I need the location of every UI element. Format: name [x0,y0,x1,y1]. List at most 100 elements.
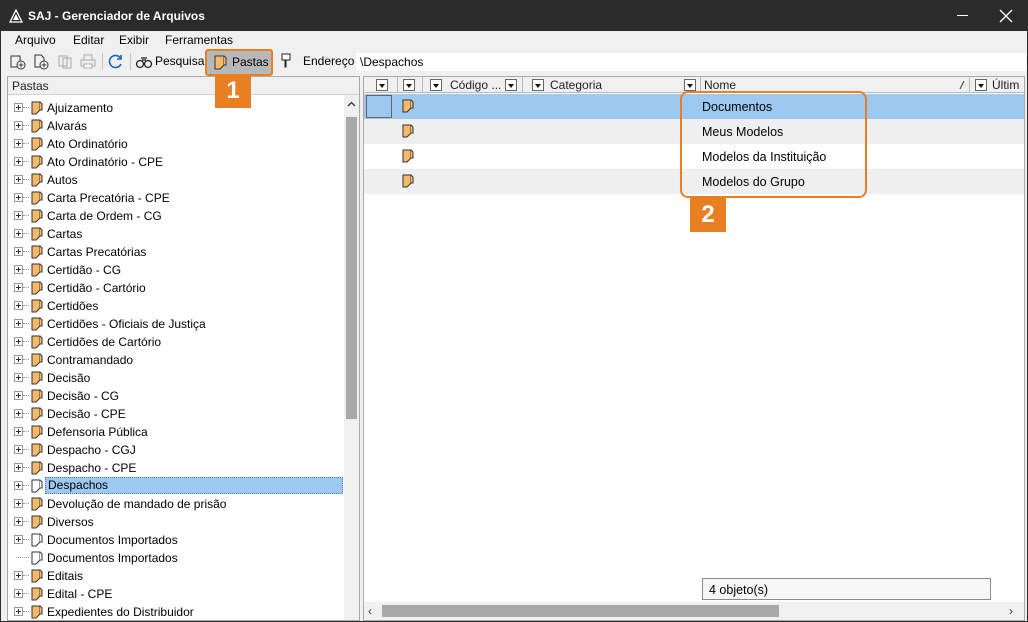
folder-tree-item[interactable]: Despacho - CPE [8,459,344,477]
column-dropdown-icon[interactable] [532,79,544,91]
expand-icon[interactable] [14,283,23,292]
folders-button[interactable]: Pastas [232,55,269,69]
scroll-up-icon[interactable] [344,97,359,112]
expand-icon[interactable] [14,157,23,166]
binoculars-icon[interactable] [135,53,153,70]
column-ultima[interactable]: Últim [992,78,1019,92]
scroll-left-icon[interactable]: ‹ [368,604,372,618]
title-bar: SAJ - Gerenciador de Arquivos [1,1,1027,31]
folder-tree-item[interactable]: Decisão [8,369,344,387]
expand-icon[interactable] [14,607,23,616]
folder-tree-item[interactable]: Ajuizamento [8,99,344,117]
row-selector[interactable] [366,95,392,118]
folder-tree-item[interactable]: Despacho - CGJ [8,441,344,459]
folder-tree-item[interactable]: Carta Precatória - CPE [8,189,344,207]
folder-tree-item[interactable]: Alvarás [8,117,344,135]
scroll-thumb[interactable] [346,117,357,419]
folder-tree-item[interactable]: Expedientes do Distribuidor [8,603,344,620]
expand-icon[interactable] [14,193,23,202]
folder-tree-item[interactable]: Defensoria Pública [8,423,344,441]
expand-icon[interactable] [14,319,23,328]
search-button[interactable]: Pesquisar [155,54,208,68]
menu-arquivo[interactable]: Arquivo [15,33,56,47]
folder-tree-item[interactable]: Contramandado [8,351,344,369]
expand-icon[interactable] [14,121,23,130]
folder-tree-item[interactable]: Edital - CPE [8,585,344,603]
folder-tree-item[interactable]: Certidões de Cartório [8,333,344,351]
folder-tree-item[interactable]: Certidão - Cartório [8,279,344,297]
column-dropdown-icon[interactable] [975,79,987,91]
expand-icon[interactable] [14,229,23,238]
expand-icon[interactable] [14,499,23,508]
expand-icon[interactable] [14,301,23,310]
expand-icon[interactable] [14,535,23,544]
folder-icon [31,191,43,205]
tree-line [23,107,29,108]
expand-icon[interactable] [14,103,23,112]
object-count: 4 objeto(s) [702,578,991,600]
column-nome[interactable]: Nome [704,78,736,92]
folder-tree-item[interactable]: Cartas [8,225,344,243]
expand-icon[interactable] [14,355,23,364]
column-dropdown-icon[interactable] [403,79,415,91]
folder-tree-item[interactable]: Decisão - CG [8,387,344,405]
scroll-right-icon[interactable]: › [1009,604,1013,618]
horizontal-scrollbar[interactable]: ‹ › [364,602,1024,620]
expand-icon[interactable] [14,589,23,598]
column-dropdown-icon[interactable] [430,79,442,91]
expand-icon[interactable] [14,175,23,184]
folders-scrollbar[interactable] [344,95,359,620]
expand-icon[interactable] [14,517,23,526]
folder-tree-item[interactable]: Ato Ordinatório [8,135,344,153]
menu-editar[interactable]: Editar [73,33,104,47]
folder-tree-item[interactable]: Certidão - CG [8,261,344,279]
folders-button-highlight[interactable]: Pastas [205,49,273,76]
expand-icon[interactable] [14,409,23,418]
expand-icon[interactable] [14,337,23,346]
expand-icon[interactable] [14,211,23,220]
expand-icon[interactable] [14,391,23,400]
expand-icon[interactable] [14,427,23,436]
menu-exibir[interactable]: Exibir [119,33,149,47]
horizontal-scroll-thumb[interactable] [382,605,779,617]
expand-icon[interactable] [14,445,23,454]
column-codigo[interactable]: Código ... [450,78,501,92]
column-categoria[interactable]: Categoria [550,78,602,92]
expand-icon[interactable] [14,139,23,148]
expand-icon[interactable] [14,463,23,472]
column-dropdown-icon[interactable] [505,79,517,91]
expand-icon[interactable] [14,373,23,382]
print-icon[interactable] [79,53,97,70]
folder-tree-item[interactable]: Carta de Ordem - CG [8,207,344,225]
expand-icon[interactable] [14,481,23,490]
folder-tree-item[interactable]: Despachos [8,477,344,495]
column-dropdown-icon[interactable] [684,79,696,91]
refresh-icon[interactable] [107,53,125,70]
folder-tree-item[interactable]: Ato Ordinatório - CPE [8,153,344,171]
close-button[interactable] [985,1,1027,31]
folder-tree-item[interactable]: Devolução de mandado de prisão [8,495,344,513]
expand-icon[interactable] [14,571,23,580]
folder-tree-item[interactable]: Certidões - Oficiais de Justiça [8,315,344,333]
tree-line [23,413,29,414]
copy-icon[interactable] [56,53,74,70]
folder-tree-label: Decisão [47,371,91,385]
folder-tree-item[interactable]: Cartas Precatórias [8,243,344,261]
new-file-icon[interactable] [32,53,50,70]
folder-tree-item[interactable]: Diversos [8,513,344,531]
folder-tree-item[interactable]: Decisão - CPE [8,405,344,423]
folder-tree-item[interactable]: Documentos Importados [8,531,344,549]
menu-ferramentas[interactable]: Ferramentas [165,33,233,47]
folder-tree-item[interactable]: Certidões [8,297,344,315]
folder-tree-item[interactable]: Autos [8,171,344,189]
minimize-button[interactable] [943,1,983,31]
folder-tree-item[interactable]: Documentos Importados [8,549,344,567]
address-field[interactable]: \Despachos [356,53,1026,71]
expand-icon[interactable] [14,265,23,274]
column-dropdown-icon[interactable] [376,79,388,91]
folder-tree-label: Certidão - Cartório [47,281,146,295]
expand-icon[interactable] [14,247,23,256]
folder-tree-item[interactable]: Editais [8,567,344,585]
toolbar-separator [102,53,103,70]
new-folder-icon[interactable] [9,53,27,70]
